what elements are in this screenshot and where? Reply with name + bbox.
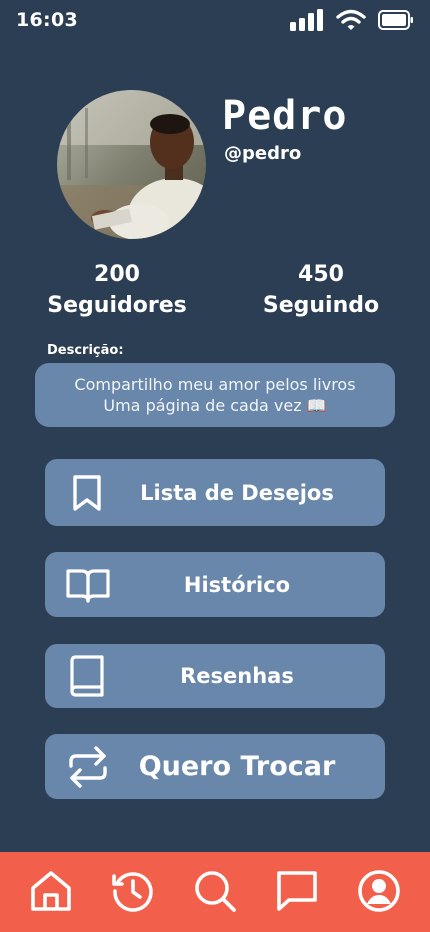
history-button[interactable]: Histórico [45,552,385,617]
followers-count: 200 [94,262,140,287]
status-time: 16:03 [16,9,78,31]
reviews-button[interactable]: Resenhas [45,644,385,708]
signal-icon [290,9,324,31]
following-stat[interactable]: 450 Seguindo [250,259,392,321]
search-icon [192,868,238,918]
status-bar: 16:03 [0,0,430,44]
description-line-1: Compartilho meu amor pelos livros [74,375,356,394]
bookmark-icon [65,471,109,515]
description-line-2: Uma página de cada vez 📖 [103,396,327,415]
nav-history[interactable] [110,870,156,916]
book-icon [65,653,109,699]
chat-icon [274,868,320,918]
following-count: 450 [298,262,344,287]
nav-profile[interactable] [356,870,402,916]
profile-name: Pedro [222,93,348,139]
history-icon [110,868,156,918]
nav-search[interactable] [192,870,238,916]
following-label: Seguindo [262,293,380,318]
battery-icon [378,9,414,31]
nav-chat[interactable] [274,870,320,916]
followers-label: Seguidores [47,293,187,318]
wishlist-button[interactable]: Lista de Desejos [45,459,385,526]
avatar[interactable] [57,90,206,239]
home-icon [28,868,74,918]
status-icons [290,9,414,31]
open-book-icon [65,563,111,607]
nav-home[interactable] [28,870,74,916]
profile-icon [356,868,402,918]
bottom-nav [0,852,430,932]
swap-icon [65,744,111,790]
trade-button[interactable]: Quero Trocar [45,734,385,799]
profile-handle: @pedro [224,143,302,164]
followers-stat[interactable]: 200 Seguidores [40,259,194,321]
description-label: Descrição: [47,343,124,358]
description-box: Compartilho meu amor pelos livros Uma pá… [35,363,395,427]
wifi-icon [336,9,366,31]
